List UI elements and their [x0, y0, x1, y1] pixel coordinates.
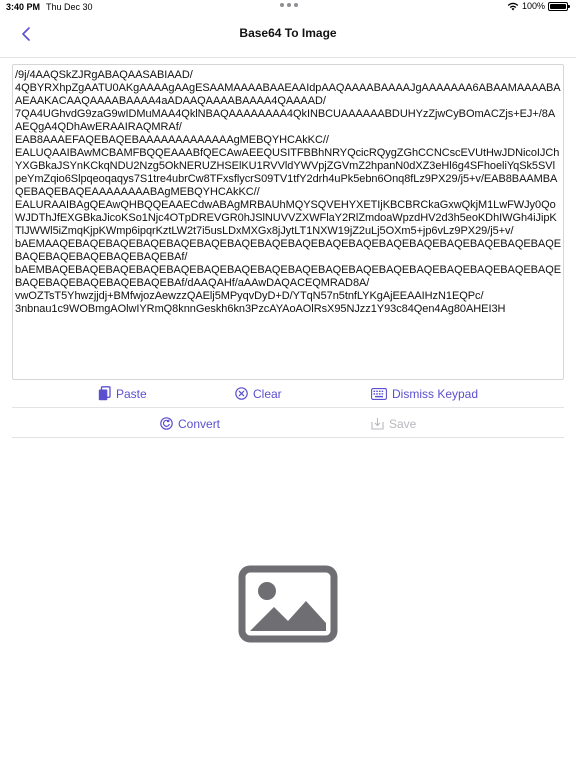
battery-icon [548, 1, 570, 11]
status-bar: 3:40 PM Thu Dec 30 100% [0, 0, 576, 16]
paste-button[interactable]: Paste [98, 386, 147, 401]
clear-button-label: Clear [253, 386, 282, 401]
paste-button-label: Paste [116, 386, 147, 401]
convert-button-label: Convert [178, 416, 221, 431]
base64-input-text[interactable]: /9j/4AAQSkZJRgABAQAASABIAAD/ 4QBYRXhpZgA… [13, 65, 563, 316]
dismiss-keypad-label: Dismiss Keypad [392, 386, 479, 401]
base64-input[interactable]: /9j/4AAQSkZJRgABAQAASABIAAD/ 4QBYRXhpZgA… [12, 64, 564, 380]
save-button[interactable]: Save [371, 417, 416, 431]
paste-icon [98, 386, 111, 401]
wifi-icon [507, 2, 519, 10]
convert-button[interactable]: Convert [160, 417, 220, 431]
status-indicators: 100% [507, 1, 570, 11]
status-time: 3:40 PM [6, 2, 41, 12]
save-icon [371, 418, 384, 430]
dismiss-keypad-button[interactable]: Dismiss Keypad [371, 387, 478, 401]
navigation-bar: Base64 To Image [0, 16, 576, 58]
keyboard-icon [371, 387, 387, 400]
status-date: Thu Dec 30 [46, 2, 93, 12]
multitasking-dots-icon[interactable] [280, 3, 298, 7]
page-title: Base64 To Image [239, 26, 337, 40]
action-row-1: Paste Clear Dismiss Keypad [12, 380, 564, 408]
save-button-label: Save [389, 416, 417, 431]
convert-icon [160, 417, 173, 430]
clear-icon [235, 387, 248, 400]
image-placeholder-icon [238, 565, 338, 643]
action-row-2: Convert Save [12, 410, 564, 438]
battery-percent: 100% [521, 1, 545, 11]
clear-button[interactable]: Clear [235, 387, 282, 401]
